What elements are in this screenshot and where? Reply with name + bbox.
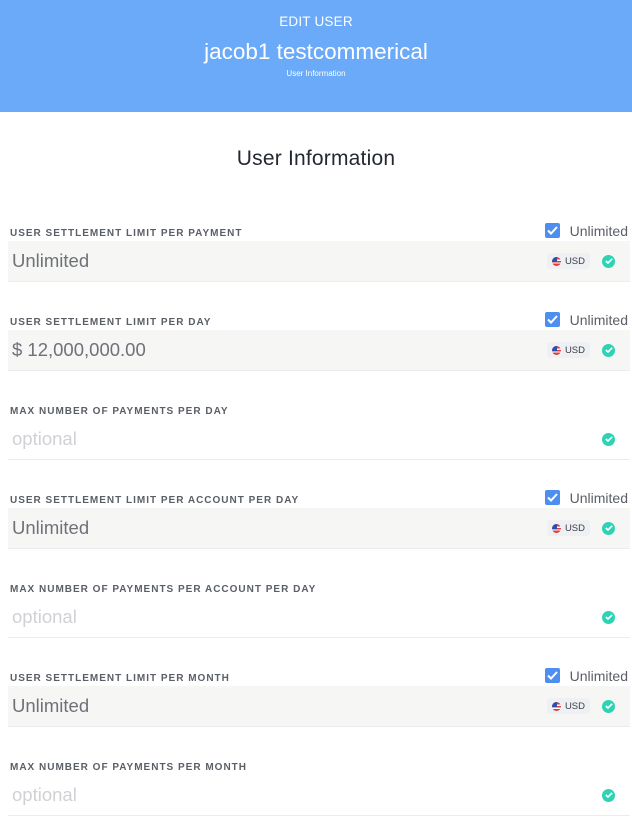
count-input[interactable]: optional [8,419,630,460]
count-input[interactable]: optional [8,775,630,816]
unlimited-toggle[interactable]: Unlimited [544,311,628,328]
unlimited-toggle[interactable]: Unlimited [544,667,628,684]
checkbox-checked-icon[interactable] [544,668,560,683]
currency-badge: USD [546,698,590,714]
checkbox-checked-icon[interactable] [544,490,560,505]
field-settlement-per-month: USER SETTLEMENT LIMIT PER MONTH Unlimite… [0,668,632,737]
section-title: User Information [236,147,396,170]
currency-label: USD [564,255,585,267]
input-placeholder[interactable]: optional [8,606,602,628]
currency-label: USD [564,344,585,356]
us-flag-icon [551,345,561,355]
input-value[interactable]: $ 12,000,000.00 [8,339,547,361]
unlimited-toggle[interactable]: Unlimited [544,222,628,239]
check-circle-icon [602,254,615,268]
checkbox-checked-icon[interactable] [544,312,560,327]
field-label: MAX NUMBER OF PAYMENTS PER ACCOUNT PER D… [10,584,317,595]
field-label: MAX NUMBER OF PAYMENTS PER DAY [10,406,229,417]
amount-input[interactable]: $ 12,000,000.00 USD [8,330,630,371]
field-settlement-per-day: USER SETTLEMENT LIMIT PER DAY Unlimited … [0,312,632,381]
check-circle-icon [602,610,615,624]
field-label: USER SETTLEMENT LIMIT PER ACCOUNT PER DA… [10,495,300,506]
currency-label: USD [564,522,585,534]
page-header: EDIT USER jacob1 testcommerical User Inf… [0,0,632,112]
checkbox-checked-icon[interactable] [544,223,560,238]
check-circle-icon [602,788,615,802]
field-max-payments-per-day: MAX NUMBER OF PAYMENTS PER DAY optional [0,406,632,470]
field-settlement-per-account-per-day: USER SETTLEMENT LIMIT PER ACCOUNT PER DA… [0,490,632,559]
check-circle-icon [602,432,615,446]
field-label: MAX NUMBER OF PAYMENTS PER MONTH [10,762,248,773]
unlimited-toggle[interactable]: Unlimited [544,489,628,506]
input-placeholder[interactable]: optional [8,428,602,450]
currency-badge: USD [546,520,590,536]
amount-input[interactable]: Unlimited USD [8,508,630,549]
us-flag-icon [551,701,561,711]
amount-input[interactable]: Unlimited USD [8,241,630,282]
unlimited-label: Unlimited [569,667,628,684]
check-circle-icon [602,699,615,713]
unlimited-label: Unlimited [569,222,628,239]
field-settlement-per-payment: USER SETTLEMENT LIMIT PER PAYMENT Unlimi… [0,223,632,292]
user-name: jacob1 testcommerical [204,39,428,64]
input-value[interactable]: Unlimited [8,695,547,717]
field-max-payments-per-account-per-day: MAX NUMBER OF PAYMENTS PER ACCOUNT PER D… [0,584,632,648]
unlimited-label: Unlimited [569,489,628,506]
field-max-payments-per-month: MAX NUMBER OF PAYMENTS PER MONTH optiona… [0,762,632,826]
check-circle-icon [602,343,615,357]
amount-input[interactable]: Unlimited USD [8,686,630,727]
field-label: USER SETTLEMENT LIMIT PER PAYMENT [10,228,243,239]
input-value[interactable]: Unlimited [8,517,547,539]
input-value[interactable]: Unlimited [8,250,547,272]
header-kicker: EDIT USER [279,14,353,29]
us-flag-icon [551,256,561,266]
input-placeholder[interactable]: optional [8,784,602,806]
currency-label: USD [564,700,585,712]
currency-badge: USD [546,342,590,358]
unlimited-label: Unlimited [569,311,628,328]
currency-badge: USD [546,253,590,269]
us-flag-icon [551,523,561,533]
count-input[interactable]: optional [8,597,630,638]
field-label: USER SETTLEMENT LIMIT PER DAY [10,317,212,328]
field-label: USER SETTLEMENT LIMIT PER MONTH [10,673,230,684]
check-circle-icon [602,521,615,535]
header-subtitle: User Information [286,69,346,78]
